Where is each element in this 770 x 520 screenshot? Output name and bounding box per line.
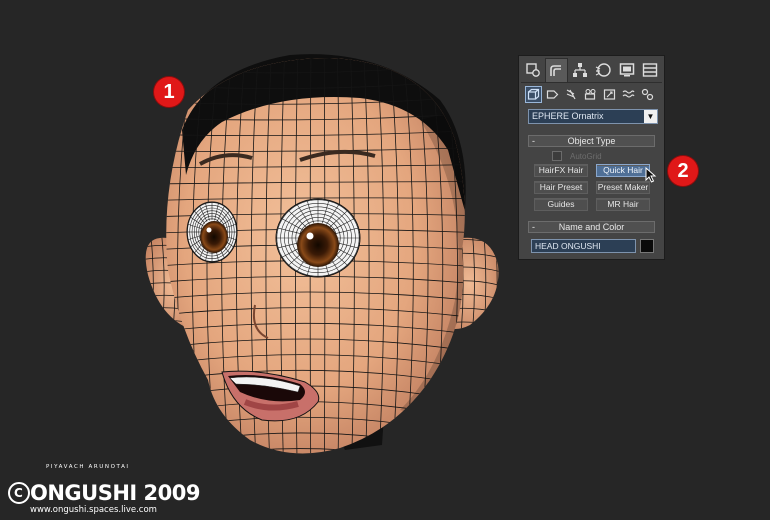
category-lights[interactable]	[563, 86, 580, 103]
hair-preset-button[interactable]: Hair Preset	[534, 181, 588, 194]
autogrid-checkbox[interactable]	[552, 151, 562, 161]
right-eye	[275, 198, 361, 278]
tab-motion[interactable]	[592, 58, 616, 82]
autogrid-label: AutoGrid	[570, 151, 602, 161]
object-category-icons	[525, 86, 662, 104]
watermark-title: ONGUSHI 2009	[30, 481, 201, 505]
object-name-field[interactable]: HEAD ONGUSHI	[531, 239, 636, 253]
step-marker-2: 2	[668, 156, 698, 186]
category-spacewarps[interactable]	[620, 86, 637, 103]
chevron-down-icon[interactable]: ▼	[644, 110, 657, 123]
category-shapes[interactable]	[544, 86, 561, 103]
cameras-icon	[584, 89, 596, 100]
tab-display[interactable]	[615, 58, 639, 82]
display-icon	[619, 63, 634, 77]
rollout-collapse-toggle[interactable]: -	[532, 136, 535, 146]
helpers-icon	[603, 89, 616, 100]
tab-utilities[interactable]	[639, 58, 663, 82]
tab-separator	[521, 82, 662, 83]
rollout-collapse-toggle[interactable]: -	[532, 222, 535, 232]
tab-modify[interactable]	[544, 58, 568, 82]
spacewarps-icon	[622, 90, 635, 98]
watermark-author: PIYAVACH ARUNOTAI	[46, 464, 130, 470]
quick-hair-button[interactable]: Quick Hair	[596, 164, 650, 177]
tab-create[interactable]	[521, 58, 545, 82]
step-marker-1: 1	[154, 77, 184, 107]
category-geometry[interactable]	[525, 86, 542, 103]
rollout-name-and-color[interactable]: - Name and Color	[528, 221, 655, 233]
hairfx-hair-button[interactable]: HairFX Hair	[534, 164, 588, 177]
guides-button[interactable]: Guides	[534, 198, 588, 211]
hierarchy-icon	[572, 63, 587, 77]
copyright-icon: C	[8, 482, 30, 504]
category-helpers[interactable]	[601, 86, 618, 103]
utilities-icon	[643, 63, 658, 77]
command-panel: EPHERE Ornatrix ▼ - Object Type AutoGrid…	[518, 55, 665, 260]
command-panel-tabs	[521, 58, 662, 82]
rollout-object-type-title: Object Type	[567, 136, 616, 146]
category-cameras[interactable]	[582, 86, 599, 103]
shapes-icon	[546, 90, 559, 99]
tab-hierarchy[interactable]	[568, 58, 592, 82]
lights-icon	[566, 89, 576, 100]
category-dropdown-value: EPHERE Ornatrix	[532, 111, 604, 121]
systems-icon	[641, 88, 654, 101]
rollout-name-and-color-title: Name and Color	[558, 222, 625, 232]
mr-hair-button[interactable]: MR Hair	[596, 198, 650, 211]
geometry-icon	[527, 88, 540, 100]
category-dropdown[interactable]: EPHERE Ornatrix ▼	[528, 109, 658, 124]
left-eye	[186, 201, 238, 263]
modify-icon	[550, 64, 562, 76]
object-color-swatch[interactable]	[640, 239, 654, 253]
preset-maker-button[interactable]: Preset Maker	[596, 181, 650, 194]
category-systems[interactable]	[639, 86, 656, 103]
mouse-cursor-icon	[645, 167, 657, 183]
motion-icon	[595, 63, 611, 77]
create-icon	[526, 63, 540, 77]
autogrid-option: AutoGrid	[552, 150, 602, 162]
watermark: PIYAVACH ARUNOTAI C ONGUSHI 2009 www.ong…	[8, 462, 208, 516]
watermark-url: www.ongushi.spaces.live.com	[30, 505, 157, 515]
rollout-object-type[interactable]: - Object Type	[528, 135, 655, 147]
